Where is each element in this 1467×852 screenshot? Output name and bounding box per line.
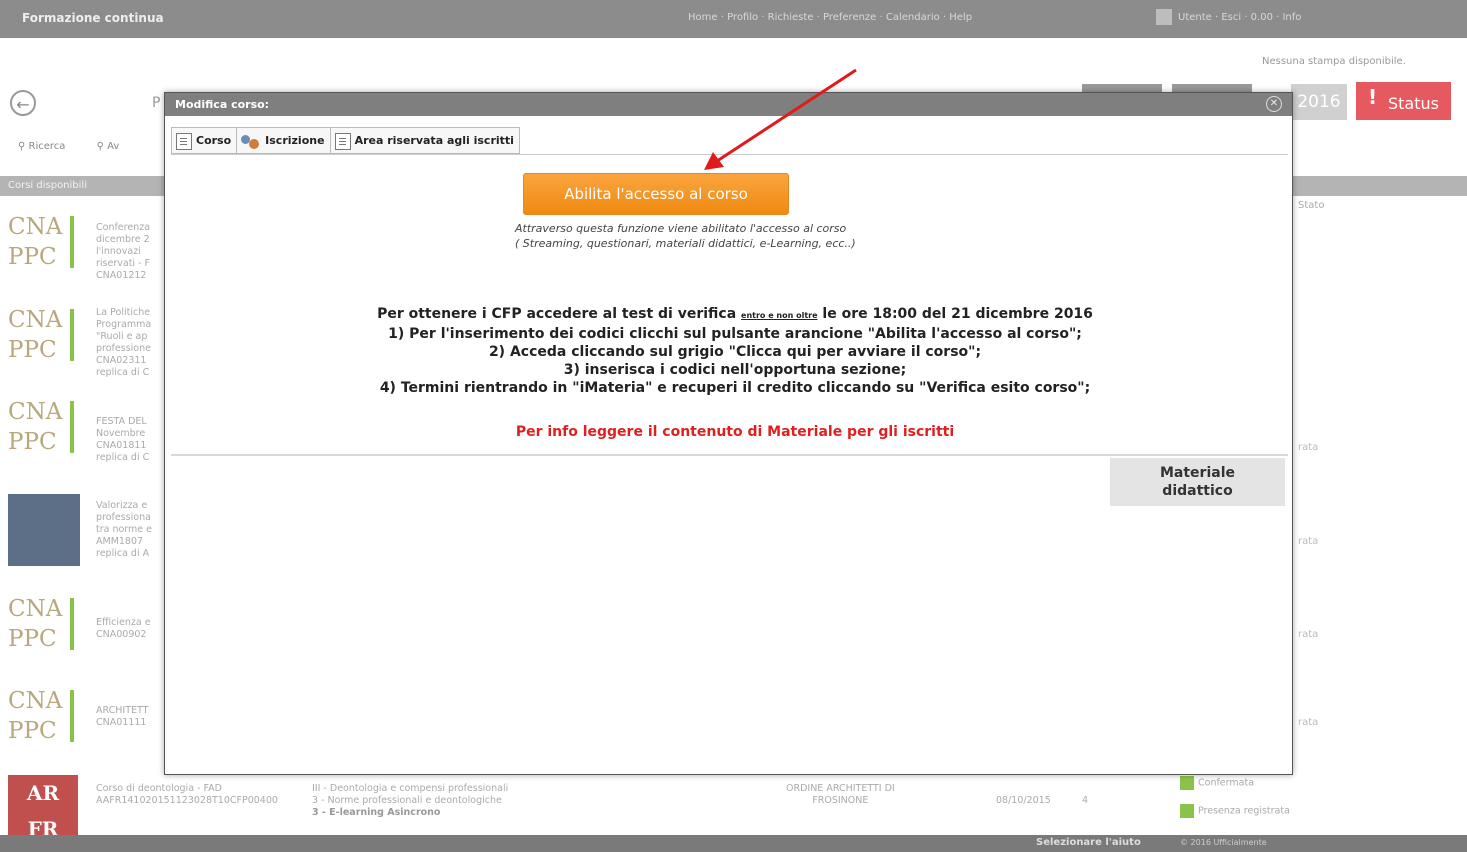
user-info: Utente · Esci · 0.00 · Info bbox=[1178, 12, 1302, 23]
row-status: rata bbox=[1298, 442, 1319, 453]
enable-description: Attraverso questa funzione viene abilita… bbox=[515, 222, 856, 250]
instructions: Per ottenere i CFP accedere al test di v… bbox=[285, 305, 1185, 397]
tab-area-riservata[interactable]: Area riservata agli iscritti bbox=[329, 127, 520, 154]
status-presenza: Presenza registrata bbox=[1180, 804, 1290, 818]
exclamation-icon: ! bbox=[1368, 85, 1378, 109]
list-item[interactable]: Efficienza e CNA00902 bbox=[96, 617, 162, 641]
edit-course-dialog: Modifica corso: ✕ Corso Iscrizione Area ri… bbox=[164, 92, 1293, 775]
dialog-tabs: Corso Iscrizione Area riservata agli iscri… bbox=[171, 127, 520, 154]
cnappc-logo: CNA PPC bbox=[8, 305, 76, 377]
list-item-org: ORDINE ARCHITETTI DI FROSINONE bbox=[786, 783, 895, 806]
back-arrow-icon[interactable]: ← bbox=[10, 90, 36, 116]
dialog-title: Modifica corso: bbox=[175, 98, 270, 111]
app-top-bar: Formazione continua Home · Profilo · Ric… bbox=[0, 0, 1467, 38]
info-notice: Per info leggere il contenuto di Materia… bbox=[515, 424, 955, 440]
check-icon bbox=[1180, 776, 1194, 790]
page-initial: P bbox=[152, 95, 161, 111]
cnappc-logo: CNA PPC bbox=[8, 212, 76, 284]
cnappc-logo: CNA PPC bbox=[8, 686, 76, 758]
list-item[interactable]: La Politiche Programma "Ruoli e ap professi… bbox=[96, 307, 162, 379]
user-area[interactable]: Utente · Esci · 0.00 · Info bbox=[1156, 9, 1301, 25]
instruction-step-4: 4) Termini rientrando in "iMateria" e re… bbox=[379, 380, 1091, 396]
list-item-area: III - Deontologia e compensi professiona… bbox=[312, 783, 509, 818]
search-toolbar: ⚲ Ricerca ⚲ Av bbox=[18, 141, 147, 152]
tab-divider bbox=[171, 154, 1288, 155]
status-confermata: Confermata bbox=[1180, 776, 1254, 790]
no-print-notice: Nessuna stampa disponibile. bbox=[1262, 56, 1406, 67]
app-title: Formazione continua bbox=[22, 11, 164, 25]
enable-course-access-button[interactable]: Abilita l'accesso al corso bbox=[523, 173, 789, 215]
top-nav-links[interactable]: Home · Profilo · Richieste · Preferenze … bbox=[688, 12, 972, 23]
row-status: rata bbox=[1298, 536, 1319, 547]
row-status: rata bbox=[1298, 717, 1319, 728]
document-icon bbox=[334, 132, 351, 150]
book-thumbnail-icon bbox=[8, 494, 80, 566]
document-icon bbox=[176, 132, 192, 150]
users-icon bbox=[241, 134, 261, 149]
close-icon[interactable]: ✕ bbox=[1266, 96, 1282, 112]
tab-corso[interactable]: Corso bbox=[171, 127, 238, 154]
user-avatar-icon bbox=[1156, 9, 1172, 25]
check-icon bbox=[1180, 804, 1194, 818]
list-item[interactable]: FESTA DEL Novembre CNA01811 replica di C bbox=[96, 416, 162, 464]
footer-bar: Selezionare l'aiuto © 2016 Ufficialmente bbox=[0, 835, 1467, 852]
divider bbox=[171, 454, 1288, 456]
status-button[interactable]: ! Status bbox=[1356, 82, 1451, 120]
list-item[interactable]: Conferenza dicembre 2 l'innovazi riservati … bbox=[96, 222, 162, 282]
instruction-step-1: 1) Per l'inserimento dei codici clicchi … bbox=[388, 326, 1082, 342]
tab-iscrizione[interactable]: Iscrizione bbox=[236, 127, 331, 154]
row-status: rata bbox=[1298, 629, 1319, 640]
cnappc-logo: CNA PPC bbox=[8, 594, 76, 666]
list-item[interactable]: Valorizza e professiona tra norme e AMM1807… bbox=[96, 500, 162, 560]
list-item-credits: 4 bbox=[1082, 795, 1089, 806]
copyright: © 2016 Ufficialmente bbox=[1180, 838, 1267, 847]
instruction-step-2: 2) Acceda cliccando sul grigio "Clicca q… bbox=[488, 344, 982, 360]
list-item-date: 08/10/2015 bbox=[996, 795, 1051, 806]
year-button[interactable]: 2016 bbox=[1291, 84, 1347, 120]
cnappc-logo: CNA PPC bbox=[8, 397, 76, 469]
help-link[interactable]: Selezionare l'aiuto bbox=[1036, 837, 1141, 848]
dialog-header: Modifica corso: ✕ bbox=[165, 93, 1292, 116]
search-link[interactable]: ⚲ Ricerca bbox=[18, 141, 79, 152]
advanced-search-link[interactable]: ⚲ Av bbox=[97, 141, 134, 152]
instruction-deadline: Per ottenere i CFP accedere al test di v… bbox=[377, 306, 1093, 322]
materiale-didattico-button[interactable]: Materiale didattico bbox=[1110, 458, 1285, 506]
section-label: Corsi disponibili bbox=[8, 180, 87, 191]
list-item[interactable]: ARCHITETT CNA01111 bbox=[96, 705, 162, 729]
stato-column-header: Stato bbox=[1298, 200, 1325, 211]
list-item-title[interactable]: Corso di deontologia - FAD AAFR1410201511… bbox=[96, 783, 278, 807]
instruction-step-3: 3) inserisca i codici nell'opportuna sez… bbox=[563, 362, 907, 378]
